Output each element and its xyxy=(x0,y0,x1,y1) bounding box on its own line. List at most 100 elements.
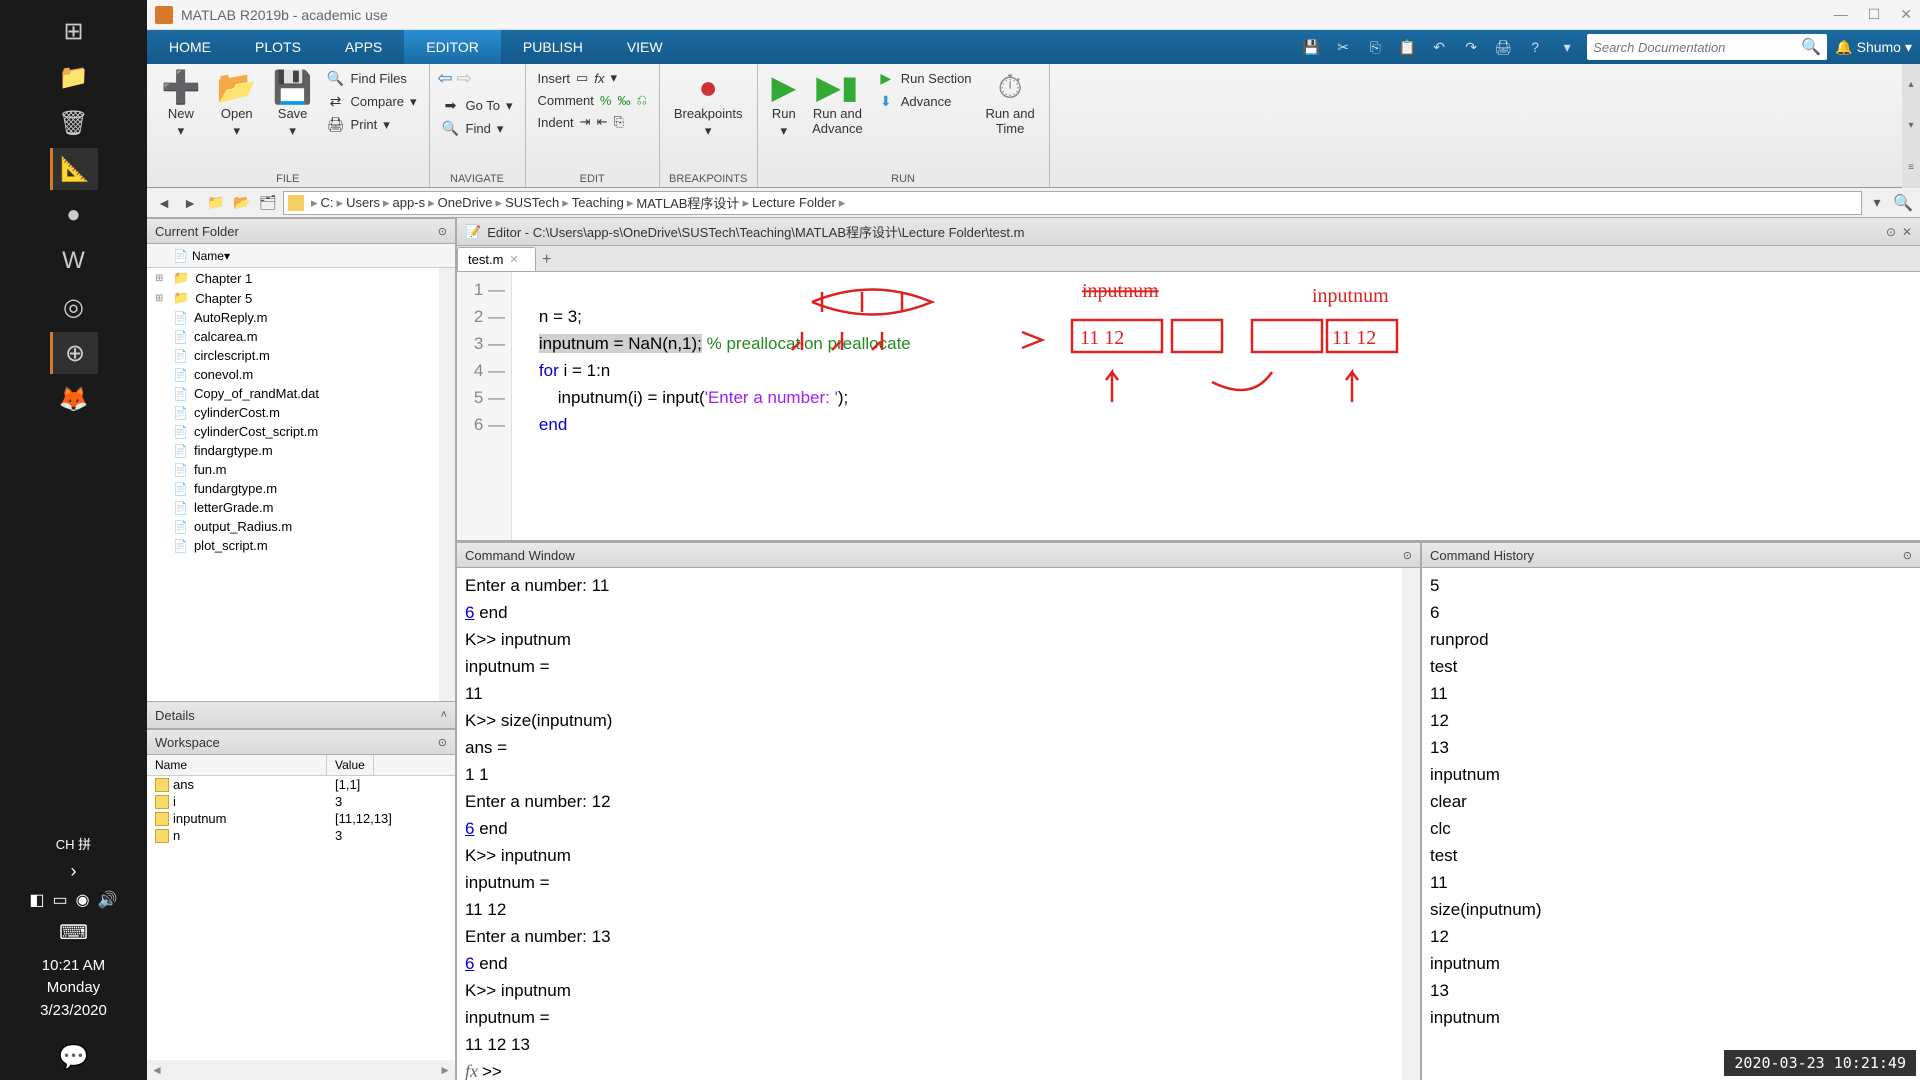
save-button[interactable]: 💾Save▾ xyxy=(267,68,319,141)
taskbar-matlab-icon[interactable]: 📐 xyxy=(50,148,98,190)
taskbar-edge-icon[interactable]: ◎ xyxy=(50,286,98,328)
tab-apps[interactable]: APPS xyxy=(323,30,404,64)
crumb-teaching[interactable]: Teaching xyxy=(572,195,624,210)
file-item[interactable]: 📄fundargtype.m xyxy=(147,479,439,498)
history-item[interactable]: inputnum xyxy=(1430,950,1912,977)
cf-scrollbar[interactable] xyxy=(439,268,455,701)
taskbar-expand-icon[interactable]: › xyxy=(71,861,77,882)
workspace-header[interactable]: Name Value xyxy=(147,755,455,776)
file-item[interactable]: 📄output_Radius.m xyxy=(147,517,439,536)
search-input[interactable] xyxy=(1593,40,1801,55)
addr-dropdown-icon[interactable]: ▾ xyxy=(1866,192,1888,214)
uncomment-icon[interactable]: ‰ xyxy=(617,93,630,108)
history-item[interactable]: inputnum xyxy=(1430,1004,1912,1031)
open-button[interactable]: 📂Open▾ xyxy=(211,68,263,141)
taskbar-clock[interactable]: 10:21 AM Monday 3/23/2020 xyxy=(40,955,107,1023)
addr-back-icon[interactable]: ◄ xyxy=(153,192,175,214)
save-icon[interactable]: 💾 xyxy=(1299,35,1323,59)
insert-section-icon[interactable]: ▭ xyxy=(576,70,588,86)
history-item[interactable]: clc xyxy=(1430,815,1912,842)
paste-icon[interactable]: 📋 xyxy=(1395,35,1419,59)
input-indicator[interactable]: CH 拼 xyxy=(56,834,91,853)
taskbar-app-icon[interactable]: ● xyxy=(50,194,98,236)
nav-back-icon[interactable]: ⇦ xyxy=(438,68,453,89)
details-panel-title[interactable]: Details ˄ xyxy=(147,701,455,729)
crumb-lecture[interactable]: Lecture Folder xyxy=(752,195,836,210)
file-item[interactable]: 📄calcarea.m xyxy=(147,327,439,346)
file-item[interactable]: 📄fun.m xyxy=(147,460,439,479)
file-item[interactable]: 📄findargtype.m xyxy=(147,441,439,460)
tab-plots[interactable]: PLOTS xyxy=(233,30,323,64)
run-section-button[interactable]: ▶Run Section xyxy=(873,68,976,89)
file-item[interactable]: 📄plot_script.m xyxy=(147,536,439,555)
outdent-icon[interactable]: ⇤ xyxy=(597,114,608,130)
history-item[interactable]: test xyxy=(1430,842,1912,869)
comment-wrap-icon[interactable]: ⎌ xyxy=(636,92,646,108)
editor-body[interactable]: 1 —2 —3 —4 —5 —6 — inputnum 11 12 xyxy=(457,272,1920,540)
tab-home[interactable]: HOME xyxy=(147,30,233,64)
tray-battery-icon[interactable]: ▭ xyxy=(53,890,68,910)
cmdwin-scrollbar[interactable] xyxy=(1402,568,1420,1080)
user-menu[interactable]: 🔔 Shumo ▾ xyxy=(1835,39,1912,56)
history-item[interactable]: 13 xyxy=(1430,977,1912,1004)
editor-new-tab[interactable]: + xyxy=(536,249,558,271)
history-item[interactable]: 6 xyxy=(1430,599,1912,626)
file-item[interactable]: 📄cylinderCost_script.m xyxy=(147,422,439,441)
history-item[interactable]: clear xyxy=(1430,788,1912,815)
history-item[interactable]: inputnum xyxy=(1430,761,1912,788)
minimize-button[interactable]: — xyxy=(1834,6,1848,23)
history-item[interactable]: 11 xyxy=(1430,869,1912,896)
left-scrollbar[interactable]: ◄► xyxy=(147,1060,455,1080)
file-item[interactable]: 📄cylinderCost.m xyxy=(147,403,439,422)
redo-icon[interactable]: ↷ xyxy=(1459,35,1483,59)
cf-name-header[interactable]: 📄 Name ▾ xyxy=(147,244,455,268)
workspace-row[interactable]: n3 xyxy=(147,827,455,844)
compare-button[interactable]: ⇄Compare ▾ xyxy=(323,91,421,112)
crumb-apps[interactable]: app-s xyxy=(393,195,426,210)
addr-up2-icon[interactable]: 📂 xyxy=(231,192,253,214)
breakpoints-button[interactable]: ●Breakpoints▾ xyxy=(668,68,749,141)
command-prompt[interactable]: fx >> xyxy=(465,1058,1394,1080)
copy-icon[interactable]: ⎘ xyxy=(1363,35,1387,59)
search-icon[interactable]: 🔍 xyxy=(1801,37,1821,57)
print-icon[interactable]: 🖨 xyxy=(1491,35,1515,59)
indent-button[interactable]: Indent ⇥ ⇤ ⎘ xyxy=(534,112,651,132)
history-item[interactable]: runprod xyxy=(1430,626,1912,653)
crumb-users[interactable]: Users xyxy=(346,195,380,210)
tab-close-icon[interactable]: ✕ xyxy=(509,253,518,266)
file-item[interactable]: 📄Copy_of_randMat.dat xyxy=(147,384,439,403)
workspace-row[interactable]: inputnum[11,12,13] xyxy=(147,810,455,827)
history-item[interactable]: test xyxy=(1430,653,1912,680)
goto-button[interactable]: ➡Go To ▾ xyxy=(438,95,517,116)
command-window-body[interactable]: Enter a number: 116 endK>> inputnuminput… xyxy=(457,568,1402,1080)
file-item[interactable]: 📄conevol.m xyxy=(147,365,439,384)
folder-item[interactable]: ⊞📁Chapter 5 xyxy=(147,288,439,308)
tray-icon[interactable]: ◧ xyxy=(29,890,44,910)
workspace-menu-icon[interactable]: ⊙ xyxy=(438,736,447,749)
history-item[interactable]: 12 xyxy=(1430,707,1912,734)
insert-fx-icon[interactable]: fx xyxy=(594,71,604,86)
toolstrip-scroll[interactable]: ▴▾≡ xyxy=(1902,64,1920,188)
folder-item[interactable]: ⊞📁Chapter 1 xyxy=(147,268,439,288)
taskbar-firefox-icon[interactable]: 🦊 xyxy=(50,378,98,420)
indent-more-icon[interactable]: ⎘ xyxy=(613,114,623,130)
addr-search-icon[interactable]: 🔍 xyxy=(1892,192,1914,214)
tray-keyboard-icon[interactable]: ⌨ xyxy=(59,920,88,945)
undo-icon[interactable]: ↶ xyxy=(1427,35,1451,59)
workspace-row[interactable]: i3 xyxy=(147,793,455,810)
editor-close-icon[interactable]: ✕ xyxy=(1902,225,1912,239)
crumb-c[interactable]: C: xyxy=(321,195,334,210)
editor-tab-test[interactable]: test.m ✕ xyxy=(457,247,536,271)
address-path[interactable]: ▸ C:▸ Users▸ app-s▸ OneDrive▸ SUSTech▸ T… xyxy=(283,191,1862,215)
run-button[interactable]: ▶Run▾ xyxy=(766,68,803,141)
history-item[interactable]: size(inputnum) xyxy=(1430,896,1912,923)
details-toggle-icon[interactable]: ˄ xyxy=(441,709,447,721)
taskbar-folder-icon[interactable]: 📁 xyxy=(50,56,98,98)
tab-view[interactable]: VIEW xyxy=(605,30,685,64)
run-advance-button[interactable]: ▶▮Run and Advance xyxy=(806,68,869,138)
print-button[interactable]: 🖨Print ▾ xyxy=(323,114,421,135)
panel-menu-icon[interactable]: ⊙ xyxy=(438,225,447,238)
line-gutter[interactable]: 1 —2 —3 —4 —5 —6 — xyxy=(457,272,512,540)
history-item[interactable]: 13 xyxy=(1430,734,1912,761)
maximize-button[interactable]: ☐ xyxy=(1868,6,1881,23)
